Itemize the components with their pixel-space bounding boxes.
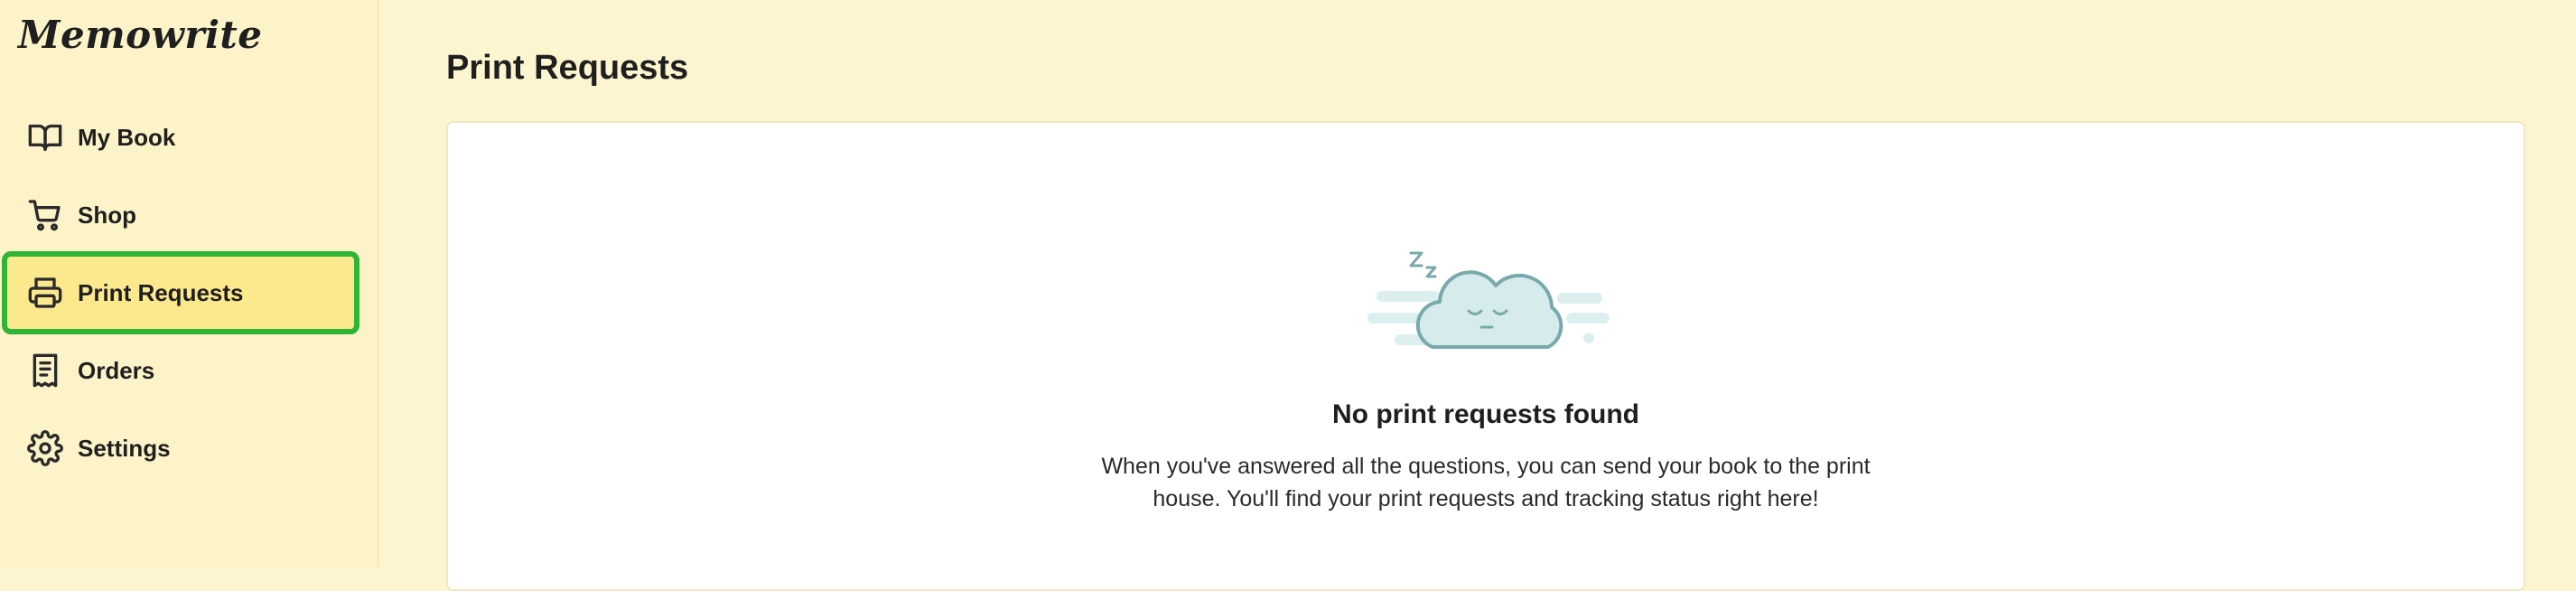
sleeping-cloud-icon: [1367, 240, 1611, 475]
sidebar-item-label: Settings: [78, 434, 171, 462]
sidebar-item-orders[interactable]: Orders: [7, 334, 354, 407]
sidebar-nav: My Book Shop Print Requests Orders Setti…: [2, 101, 359, 490]
receipt-icon: [25, 351, 65, 390]
page-title: Print Requests: [446, 49, 689, 87]
printer-icon: [25, 273, 65, 313]
sidebar-item-label: Orders: [78, 356, 155, 384]
book-icon: [25, 117, 65, 157]
gear-icon: [25, 428, 65, 468]
sidebar-item-label: My Book: [78, 123, 176, 151]
sidebar-item-shop[interactable]: Shop: [7, 179, 354, 251]
sidebar: Memowrite My Book Shop Print Requests Or…: [0, 0, 379, 568]
sidebar-item-my-book[interactable]: My Book: [7, 101, 354, 174]
app-logo[interactable]: Memowrite: [18, 13, 263, 57]
sidebar-item-print-requests[interactable]: Print Requests: [2, 251, 359, 334]
empty-state-card: No print requests found When you've answ…: [446, 121, 2525, 591]
empty-state-title: No print requests found: [1332, 399, 1639, 429]
sidebar-item-settings[interactable]: Settings: [7, 412, 354, 484]
empty-state-description: When you've answered all the questions, …: [1101, 454, 1871, 511]
sidebar-item-label: Print Requests: [78, 278, 244, 306]
sidebar-item-label: Shop: [78, 201, 136, 229]
cart-icon: [25, 195, 65, 235]
